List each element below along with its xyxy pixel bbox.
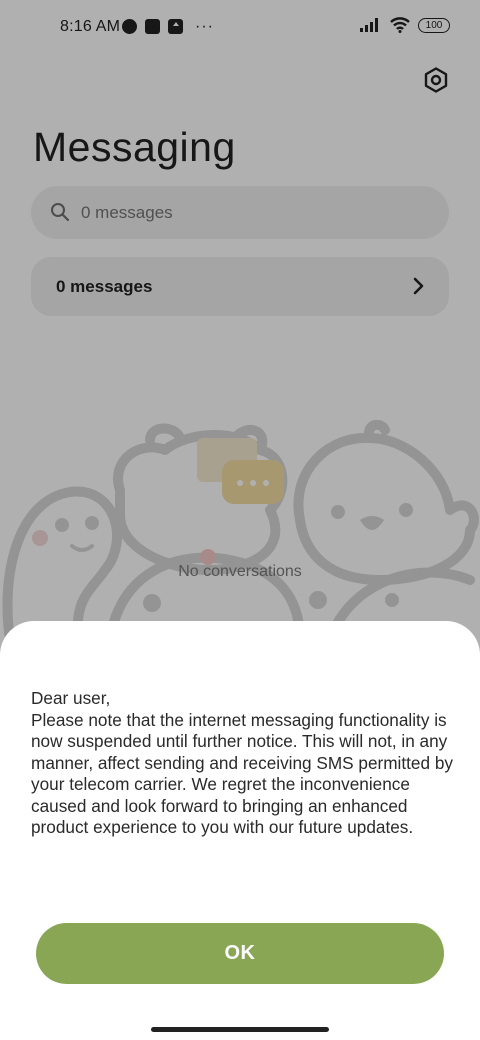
notice-message: Dear user, Please note that the internet… — [31, 688, 453, 837]
notice-dialog: Dear user, Please note that the internet… — [0, 621, 480, 1040]
home-indicator[interactable] — [151, 1027, 329, 1032]
messaging-screen: 8:16 AM ··· 100 Messaging 0 messages 0 m… — [0, 0, 480, 1040]
ok-button[interactable]: OK — [36, 923, 444, 984]
